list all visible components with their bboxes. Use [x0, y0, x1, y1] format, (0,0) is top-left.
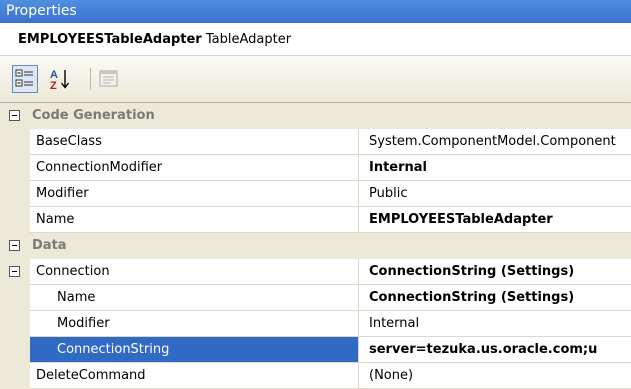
property-name: ConnectionString — [30, 337, 359, 363]
property-value[interactable]: Internal — [359, 311, 631, 337]
property-row-deletecommand[interactable]: DeleteCommand (None) — [0, 363, 631, 389]
property-value[interactable]: EMPLOYEESTableAdapter — [359, 207, 631, 233]
property-value[interactable]: (None) — [359, 363, 631, 389]
svg-text:Z: Z — [50, 80, 57, 92]
property-value[interactable]: server=tezuka.us.oracle.com;u — [359, 337, 631, 363]
row-gutter — [0, 155, 30, 181]
window-title: Properties — [6, 3, 77, 19]
row-gutter — [0, 337, 30, 363]
category-data[interactable]: Data — [0, 233, 631, 259]
properties-title-bar: Properties — [0, 0, 631, 23]
property-row-name[interactable]: Name EMPLOYEESTableAdapter — [0, 207, 631, 233]
property-name: ConnectionModifier — [30, 155, 359, 181]
property-name: Name — [30, 285, 359, 311]
property-row-modifier[interactable]: Modifier Public — [0, 181, 631, 207]
property-value[interactable]: Internal — [359, 155, 631, 181]
category-label: Data — [32, 238, 67, 253]
property-row-baseclass[interactable]: BaseClass System.ComponentModel.Componen… — [0, 129, 631, 155]
property-value[interactable]: ConnectionString (Settings) — [359, 285, 631, 311]
properties-toolbar: A Z — [0, 56, 631, 103]
object-name: EMPLOYEESTableAdapter — [18, 32, 202, 47]
row-gutter — [0, 181, 30, 207]
collapse-icon[interactable] — [9, 240, 20, 251]
collapse-icon[interactable] — [9, 110, 20, 121]
row-gutter — [0, 259, 30, 285]
property-name: Name — [30, 207, 359, 233]
property-row-connection-name[interactable]: Name ConnectionString (Settings) — [0, 285, 631, 311]
property-grid: Code Generation BaseClass System.Compone… — [0, 103, 631, 389]
property-pages-icon — [99, 70, 118, 87]
property-row-connection-modifier[interactable]: Modifier Internal — [0, 311, 631, 337]
property-value[interactable]: System.ComponentModel.Component — [359, 129, 631, 155]
property-value[interactable]: ConnectionString (Settings) — [359, 259, 631, 285]
object-selector[interactable]: EMPLOYEESTableAdapter TableAdapter — [0, 23, 631, 56]
property-name: DeleteCommand — [30, 363, 359, 389]
alphabetical-button[interactable]: A Z — [46, 65, 72, 93]
category-code-generation[interactable]: Code Generation — [0, 103, 631, 129]
property-value[interactable]: Public — [359, 181, 631, 207]
property-row-connectionmodifier[interactable]: ConnectionModifier Internal — [0, 155, 631, 181]
row-gutter — [0, 311, 30, 337]
row-gutter — [0, 285, 30, 311]
property-pages-button[interactable] — [96, 65, 122, 93]
property-name: Modifier — [30, 311, 359, 337]
toolbar-separator — [90, 68, 91, 90]
property-name: Modifier — [30, 181, 359, 207]
collapse-icon[interactable] — [9, 266, 20, 277]
row-gutter — [0, 363, 30, 389]
property-name: Connection — [30, 259, 359, 285]
category-label: Code Generation — [32, 108, 155, 123]
categorized-icon — [15, 69, 33, 87]
property-name: BaseClass — [30, 129, 359, 155]
property-row-connection[interactable]: Connection ConnectionString (Settings) — [0, 259, 631, 285]
alphabetical-sort-icon: A Z — [50, 69, 70, 92]
row-gutter — [0, 207, 30, 233]
row-gutter — [0, 129, 30, 155]
property-row-connectionstring[interactable]: ConnectionString server=tezuka.us.oracle… — [0, 337, 631, 363]
categorized-button[interactable] — [12, 65, 38, 93]
object-type: TableAdapter — [205, 32, 292, 47]
